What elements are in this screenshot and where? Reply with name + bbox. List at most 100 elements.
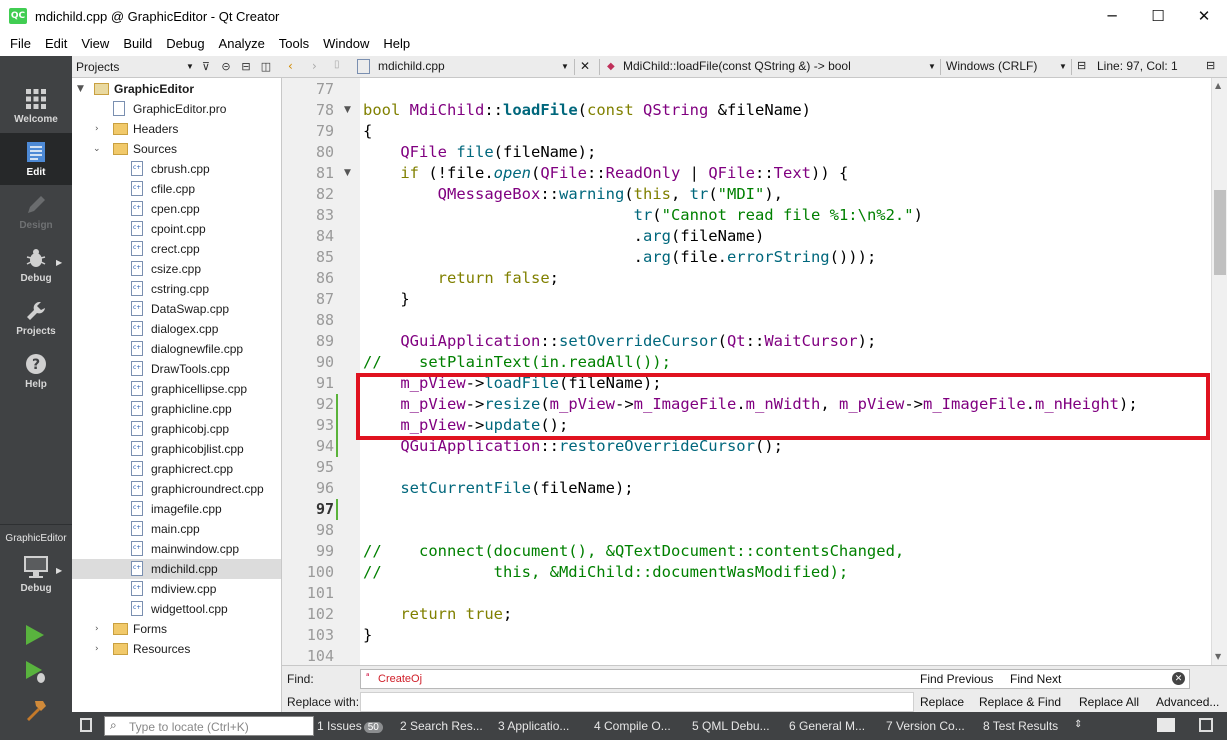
chevron-down-icon[interactable]: ▼ xyxy=(928,62,936,71)
symbol-selector[interactable]: MdiChild::loadFile(const QString &) -> b… xyxy=(623,59,851,73)
menu-help[interactable]: Help xyxy=(376,36,417,51)
code-line[interactable]: if (!file.open(QFile::ReadOnly | QFile::… xyxy=(363,163,848,184)
find-input[interactable]: ᵃ CreateOj ✕ xyxy=(360,669,1190,689)
toggle-right-sidebar-icon[interactable] xyxy=(1199,718,1213,732)
output-tab-version-control[interactable]: 7 Version Co... xyxy=(886,719,965,733)
menu-build[interactable]: Build xyxy=(116,36,159,51)
toggle-sidebar-icon[interactable] xyxy=(80,718,92,732)
debug-run-button[interactable] xyxy=(24,660,48,687)
expand-arrow-icon[interactable]: ▼ xyxy=(77,84,84,94)
build-button[interactable] xyxy=(24,698,48,725)
output-tab-qml-debugger[interactable]: 5 QML Debu... xyxy=(692,719,770,733)
tree-forms[interactable]: › Forms xyxy=(72,619,281,639)
replace-find-button[interactable]: Replace & Find xyxy=(979,695,1061,709)
output-tab-compile-output[interactable]: 4 Compile O... xyxy=(594,719,671,733)
output-tab-application-output[interactable]: 3 Applicatio... xyxy=(498,719,569,733)
tree-file[interactable]: c+ cstring.cpp xyxy=(72,279,281,299)
vertical-scrollbar[interactable]: ▲ ▼ xyxy=(1211,78,1227,665)
tree-file[interactable]: c+ dialogex.cpp xyxy=(72,319,281,339)
split-editor-icon[interactable]: ⊟ xyxy=(1077,59,1086,72)
chevron-down-icon[interactable]: ▼ xyxy=(561,62,569,71)
close-document-icon[interactable]: ✕ xyxy=(580,59,590,73)
link-icon[interactable]: ⊝ xyxy=(218,59,234,75)
menu-window[interactable]: Window xyxy=(316,36,376,51)
code-line[interactable]: return true; xyxy=(363,604,512,625)
tree-resources[interactable]: › Resources xyxy=(72,639,281,659)
replace-button[interactable]: Replace xyxy=(920,695,964,709)
locator-input[interactable]: ⌕ Type to locate (Ctrl+K) xyxy=(104,716,314,736)
more-tabs-icon[interactable]: ⇕ xyxy=(1074,719,1082,730)
tree-file[interactable]: c+ graphicobjlist.cpp xyxy=(72,439,281,459)
code-line[interactable]: // setPlainText(in.readAll()); xyxy=(363,352,671,373)
tree-file[interactable]: c+ widgettool.cpp xyxy=(72,599,281,619)
code-line[interactable]: return false; xyxy=(363,268,559,289)
tree-file[interactable]: c+ cbrush.cpp xyxy=(72,159,281,179)
scroll-down-icon[interactable]: ▼ xyxy=(1215,652,1221,661)
code-line[interactable]: QFile file(fileName); xyxy=(363,142,596,163)
replace-all-button[interactable]: Replace All xyxy=(1079,695,1139,709)
tree-file[interactable]: c+ graphicroundrect.cpp xyxy=(72,479,281,499)
fold-arrow-icon[interactable]: ▼ xyxy=(344,168,351,178)
run-button[interactable] xyxy=(24,623,46,650)
tree-file[interactable]: c+ dialognewfile.cpp xyxy=(72,339,281,359)
code-line[interactable]: bool MdiChild::loadFile(const QString &f… xyxy=(363,100,811,121)
split-icon[interactable]: ⊟ xyxy=(238,59,254,75)
mode-help[interactable]: ? Help xyxy=(0,345,72,397)
toggle-output-pane-icon[interactable] xyxy=(1157,718,1175,732)
tree-headers[interactable]: › Headers xyxy=(72,119,281,139)
close-pane-icon[interactable]: ◫ xyxy=(258,59,274,75)
output-tab-issues[interactable]: 1 Issues 50 xyxy=(317,719,383,733)
tree-file[interactable]: c+ graphicellipse.cpp xyxy=(72,379,281,399)
code-line[interactable]: { xyxy=(363,121,372,142)
clear-icon[interactable]: ✕ xyxy=(1172,672,1185,685)
code-line[interactable]: .arg(fileName) xyxy=(363,226,765,247)
output-tab-general-messages[interactable]: 6 General M... xyxy=(789,719,865,733)
code-line[interactable]: } xyxy=(363,625,372,646)
document-selector[interactable]: mdichild.cpp xyxy=(378,59,445,73)
mode-projects[interactable]: Projects xyxy=(0,292,72,344)
line-ending-selector[interactable]: Windows (CRLF) xyxy=(946,59,1037,73)
code-line[interactable]: } xyxy=(363,289,409,310)
close-button[interactable]: ✕ xyxy=(1181,0,1227,32)
menu-debug[interactable]: Debug xyxy=(159,36,211,51)
tree-file[interactable]: c+ mainwindow.cpp xyxy=(72,539,281,559)
tree-file[interactable]: c+ cpen.cpp xyxy=(72,199,281,219)
advanced-button[interactable]: Advanced... xyxy=(1156,695,1219,709)
filter-icon[interactable]: ⊽ xyxy=(198,59,214,75)
tree-file[interactable]: c+ cpoint.cpp xyxy=(72,219,281,239)
expanded-arrow-icon[interactable]: ⌄ xyxy=(93,144,101,154)
scroll-up-icon[interactable]: ▲ xyxy=(1215,81,1221,90)
tree-file[interactable]: c+ crect.cpp xyxy=(72,239,281,259)
code-line[interactable]: QMessageBox::warning(this, tr("MDI"), xyxy=(363,184,783,205)
tree-file[interactable]: c+ main.cpp xyxy=(72,519,281,539)
code-line[interactable]: .arg(file.errorString())); xyxy=(363,247,877,268)
tree-file[interactable]: c+ cfile.cpp xyxy=(72,179,281,199)
code-line[interactable]: QGuiApplication::setOverrideCursor(Qt::W… xyxy=(363,331,876,352)
collapsed-arrow-icon[interactable]: › xyxy=(95,624,99,634)
code-line[interactable]: // this, &MdiChild::documentWasModified)… xyxy=(363,562,848,583)
find-previous-button[interactable]: Find Previous xyxy=(920,672,993,686)
tree-file[interactable]: c+ graphicrect.cpp xyxy=(72,459,281,479)
find-next-button[interactable]: Find Next xyxy=(1010,672,1061,686)
code-line[interactable]: // connect(document(), &QTextDocument::c… xyxy=(363,541,904,562)
menu-edit[interactable]: Edit xyxy=(38,36,74,51)
maximize-button[interactable]: ☐ xyxy=(1135,0,1181,32)
scrollbar-thumb[interactable] xyxy=(1214,190,1226,275)
output-tab-search-results[interactable]: 2 Search Res... xyxy=(400,719,483,733)
split-view-icon[interactable]: ⊟ xyxy=(1206,59,1215,72)
tree-file[interactable]: c+ graphicline.cpp xyxy=(72,399,281,419)
mode-edit[interactable]: Edit xyxy=(0,133,72,185)
code-line[interactable]: tr("Cannot read file %1:\n%2.") xyxy=(363,205,923,226)
tree-pro-file[interactable]: GraphicEditor.pro xyxy=(72,99,281,119)
chevron-down-icon[interactable]: ▼ xyxy=(1059,62,1067,71)
tree-file[interactable]: c+ imagefile.cpp xyxy=(72,499,281,519)
menu-tools[interactable]: Tools xyxy=(272,36,316,51)
tree-file[interactable]: c+ mdiview.cpp xyxy=(72,579,281,599)
tree-file[interactable]: c+ DrawTools.cpp xyxy=(72,359,281,379)
back-arrow-icon[interactable]: ‹ xyxy=(288,59,293,73)
collapsed-arrow-icon[interactable]: › xyxy=(95,124,99,134)
mode-welcome[interactable]: Welcome xyxy=(0,80,72,132)
menu-analyze[interactable]: Analyze xyxy=(212,36,272,51)
find-options-icon[interactable]: ᵃ xyxy=(366,672,370,682)
mode-design[interactable]: Design xyxy=(0,186,72,238)
